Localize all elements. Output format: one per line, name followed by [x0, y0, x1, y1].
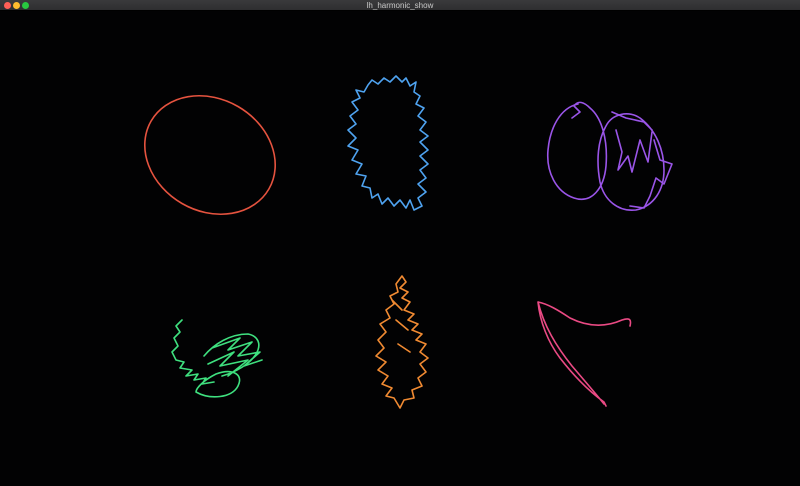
shape-blue-blob [347, 75, 429, 211]
shapes-svg [143, 75, 673, 409]
shape-red-ellipse [143, 94, 277, 216]
title-bar[interactable]: lh_harmonic_show [0, 0, 800, 11]
window-title: lh_harmonic_show [366, 1, 434, 10]
drawing-canvas [0, 11, 800, 486]
shape-pink-curve [537, 301, 632, 407]
shape-orange-feather [375, 275, 429, 409]
shape-purple-loops [547, 101, 673, 211]
shape-green-scribble [171, 319, 263, 398]
app-window: lh_harmonic_show [0, 0, 800, 486]
